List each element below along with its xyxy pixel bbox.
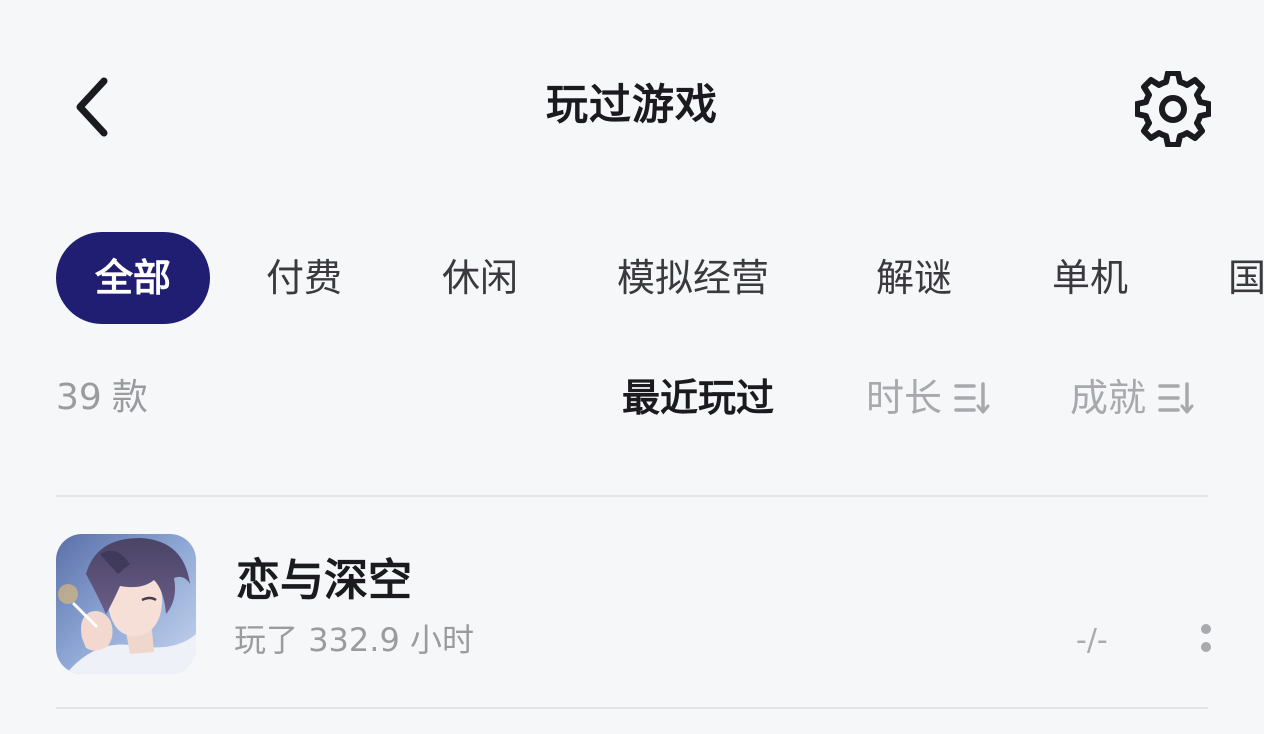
game-count: 39 款: [56, 372, 148, 424]
more-options-button[interactable]: [1188, 620, 1224, 662]
top-bar: 玩过游戏: [0, 0, 1264, 210]
sort-duration[interactable]: 时长: [866, 370, 990, 426]
playtime-value: 332.9: [308, 621, 400, 659]
game-playtime: 玩了 332.9 小时: [234, 618, 474, 662]
chip-casual[interactable]: 休闲: [442, 232, 518, 324]
chip-domestic[interactable]: 国: [1228, 232, 1264, 324]
chip-single-player[interactable]: 单机: [1052, 232, 1128, 324]
category-tabs: 全部 付费 休闲 模拟经营 解谜 单机 国: [56, 232, 1264, 324]
game-count-value: 39: [56, 377, 102, 418]
page-title: 玩过游戏: [545, 80, 718, 129]
sort-recent[interactable]: 最近玩过: [622, 370, 774, 426]
list-divider-bottom: [56, 707, 1208, 709]
chip-puzzle[interactable]: 解谜: [876, 232, 952, 324]
game-list-item[interactable]: 恋与深空 玩了 332.9 小时 -/-: [56, 532, 1211, 676]
sort-achievements-label: 成就: [1070, 376, 1147, 420]
playtime-unit: 小时: [409, 621, 474, 659]
sort-duration-label: 时长: [866, 376, 943, 420]
chip-all[interactable]: 全部: [56, 232, 210, 324]
more-vertical-icon: [1201, 624, 1211, 652]
sort-icon: [954, 382, 990, 414]
game-cover-image: [56, 534, 196, 674]
chip-paid[interactable]: 付费: [266, 232, 342, 324]
sort-recent-label: 最近玩过: [622, 375, 775, 420]
list-divider-top: [56, 495, 1208, 497]
playtime-prefix: 玩了: [234, 621, 299, 659]
settings-button[interactable]: [1130, 66, 1216, 152]
gear-icon: [1135, 71, 1211, 147]
sort-icon: [1158, 382, 1194, 414]
game-title: 恋与深空: [236, 555, 412, 606]
chip-simulation[interactable]: 模拟经营: [617, 232, 769, 324]
achievement-score: -/-: [1076, 623, 1108, 658]
sort-achievements[interactable]: 成就: [1070, 370, 1194, 426]
game-count-unit: 款: [111, 377, 148, 418]
